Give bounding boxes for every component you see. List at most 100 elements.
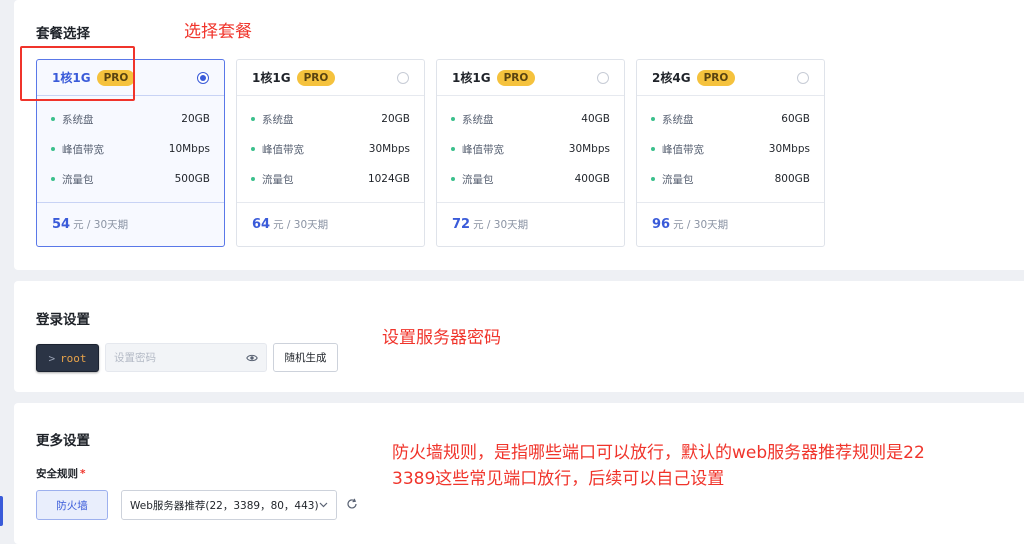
pro-badge: PRO bbox=[296, 69, 336, 86]
plan-radio[interactable] bbox=[797, 71, 809, 84]
bullet-dot-icon bbox=[451, 147, 455, 151]
spec-row-system-disk: 系统盘 20GB bbox=[37, 104, 224, 134]
security-rule-label-text: 安全规则 bbox=[36, 468, 78, 480]
price-amount: 54 bbox=[52, 217, 71, 232]
spec-list: 系统盘 60GB 峰值带宽 30Mbps 流量包 800GB bbox=[637, 96, 824, 203]
spec-label: 流量包 bbox=[662, 173, 694, 186]
plan-card-3[interactable]: 1核1G PRO 系统盘 40GB 峰值带宽 30Mbps 流量包 400GB 72 … bbox=[436, 59, 625, 247]
bullet-dot-icon bbox=[651, 117, 655, 121]
spec-label: 系统盘 bbox=[262, 113, 294, 126]
side-edge-indicator bbox=[0, 496, 3, 526]
plan-card-2[interactable]: 1核1G PRO 系统盘 20GB 峰值带宽 30Mbps 流量包 1024GB 64… bbox=[236, 59, 425, 247]
bullet-dot-icon bbox=[651, 177, 655, 181]
firewall-button[interactable]: 防火墙 bbox=[36, 490, 108, 520]
login-section-title: 登录设置 bbox=[36, 312, 90, 328]
plan-name: 2核4G bbox=[652, 71, 691, 85]
login-annotation: 设置服务器密码 bbox=[382, 328, 501, 348]
spec-value: 30Mbps bbox=[368, 143, 410, 155]
spec-value: 500GB bbox=[174, 173, 210, 185]
plan-radio[interactable] bbox=[397, 71, 409, 84]
chevron-down-icon bbox=[319, 502, 328, 508]
spec-value: 20GB bbox=[381, 113, 410, 125]
plan-selection-panel: 套餐选择 选择套餐 1核1G PRO 系统盘 20GB 峰值带宽 10Mbps 流量… bbox=[14, 0, 1024, 270]
spec-list: 系统盘 20GB 峰值带宽 10Mbps 流量包 500GB bbox=[37, 96, 224, 203]
bullet-dot-icon bbox=[251, 177, 255, 181]
spec-value: 1024GB bbox=[367, 173, 410, 185]
pro-badge: PRO bbox=[496, 69, 536, 86]
spec-label: 系统盘 bbox=[462, 113, 494, 126]
more-section-title: 更多设置 bbox=[36, 433, 90, 449]
spec-value: 60GB bbox=[781, 113, 810, 125]
bullet-dot-icon bbox=[251, 147, 255, 151]
spec-row-system-disk: 系统盘 60GB bbox=[637, 104, 824, 134]
spec-label: 系统盘 bbox=[662, 113, 694, 126]
pro-badge: PRO bbox=[96, 69, 136, 86]
plan-card-header: 2核4G PRO bbox=[637, 60, 824, 96]
spec-row-traffic: 流量包 500GB bbox=[37, 164, 224, 194]
spec-row-bandwidth: 峰值带宽 30Mbps bbox=[237, 134, 424, 164]
plan-price: 96 元 / 30天期 bbox=[637, 203, 824, 246]
bullet-dot-icon bbox=[651, 147, 655, 151]
password-field[interactable] bbox=[105, 343, 267, 372]
password-input[interactable] bbox=[114, 351, 234, 364]
refresh-icon[interactable] bbox=[346, 498, 358, 510]
spec-row-traffic: 流量包 400GB bbox=[437, 164, 624, 194]
spec-row-system-disk: 系统盘 40GB bbox=[437, 104, 624, 134]
spec-label: 峰值带宽 bbox=[462, 143, 504, 156]
bullet-dot-icon bbox=[51, 117, 55, 121]
price-unit: 元 / 30天期 bbox=[273, 219, 329, 231]
spec-label: 流量包 bbox=[462, 173, 494, 186]
spec-row-bandwidth: 峰值带宽 30Mbps bbox=[437, 134, 624, 164]
bullet-dot-icon bbox=[51, 177, 55, 181]
plan-name: 1核1G bbox=[52, 71, 91, 85]
plan-radio[interactable] bbox=[597, 71, 609, 84]
username: root bbox=[60, 351, 87, 365]
plan-price: 64 元 / 30天期 bbox=[237, 203, 424, 246]
bullet-dot-icon bbox=[451, 117, 455, 121]
spec-value: 10Mbps bbox=[168, 143, 210, 155]
price-unit: 元 / 30天期 bbox=[73, 219, 129, 231]
plan-card-header: 1核1G PRO bbox=[37, 60, 224, 96]
spec-row-bandwidth: 峰值带宽 10Mbps bbox=[37, 134, 224, 164]
firewall-annotation-line2: 3389这些常见端口放行，后续可以自己设置 bbox=[392, 469, 725, 489]
spec-label: 峰值带宽 bbox=[262, 143, 304, 156]
plan-card-header: 1核1G PRO bbox=[237, 60, 424, 96]
spec-value: 40GB bbox=[581, 113, 610, 125]
spec-label: 峰值带宽 bbox=[62, 143, 104, 156]
eye-icon[interactable] bbox=[246, 353, 258, 363]
spec-label: 系统盘 bbox=[62, 113, 94, 126]
plan-price: 54 元 / 30天期 bbox=[37, 203, 224, 246]
security-rule-selected: Web服务器推荐(22，3389，80，443) bbox=[130, 499, 319, 512]
spec-value: 30Mbps bbox=[768, 143, 810, 155]
spec-value: 800GB bbox=[774, 173, 810, 185]
login-settings-panel: 登录设置 设置服务器密码 > root 随机生成 bbox=[14, 281, 1024, 392]
spec-label: 流量包 bbox=[62, 173, 94, 186]
plan-card-header: 1核1G PRO bbox=[437, 60, 624, 96]
spec-label: 峰值带宽 bbox=[662, 143, 704, 156]
security-rule-label: 安全规则 * bbox=[36, 466, 86, 481]
plan-card-4[interactable]: 2核4G PRO 系统盘 60GB 峰值带宽 30Mbps 流量包 800GB 96 … bbox=[636, 59, 825, 247]
plan-radio[interactable] bbox=[197, 71, 209, 84]
username-chip[interactable]: > root bbox=[36, 344, 99, 372]
price-amount: 64 bbox=[252, 217, 271, 232]
bullet-dot-icon bbox=[251, 117, 255, 121]
plan-section-title: 套餐选择 bbox=[36, 26, 90, 42]
spec-label: 流量包 bbox=[262, 173, 294, 186]
prompt-caret-icon: > bbox=[48, 351, 56, 365]
spec-row-traffic: 流量包 800GB bbox=[637, 164, 824, 194]
security-rule-select[interactable]: Web服务器推荐(22，3389，80，443) bbox=[121, 490, 337, 520]
plan-name: 1核1G bbox=[452, 71, 491, 85]
spec-list: 系统盘 20GB 峰值带宽 30Mbps 流量包 1024GB bbox=[237, 96, 424, 203]
plan-annotation: 选择套餐 bbox=[184, 22, 252, 42]
bullet-dot-icon bbox=[451, 177, 455, 181]
random-generate-button[interactable]: 随机生成 bbox=[273, 343, 338, 372]
pro-badge: PRO bbox=[696, 69, 736, 86]
firewall-annotation-line1: 防火墙规则，是指哪些端口可以放行，默认的web服务器推荐规则是22 bbox=[392, 443, 925, 463]
price-amount: 96 bbox=[652, 217, 671, 232]
required-mark: * bbox=[80, 468, 86, 480]
spec-row-system-disk: 系统盘 20GB bbox=[237, 104, 424, 134]
plan-card-1[interactable]: 1核1G PRO 系统盘 20GB 峰值带宽 10Mbps 流量包 500GB 54 … bbox=[36, 59, 225, 247]
bullet-dot-icon bbox=[51, 147, 55, 151]
more-settings-panel: 更多设置 防火墙规则，是指哪些端口可以放行，默认的web服务器推荐规则是22 3… bbox=[14, 403, 1024, 544]
spec-value: 30Mbps bbox=[568, 143, 610, 155]
